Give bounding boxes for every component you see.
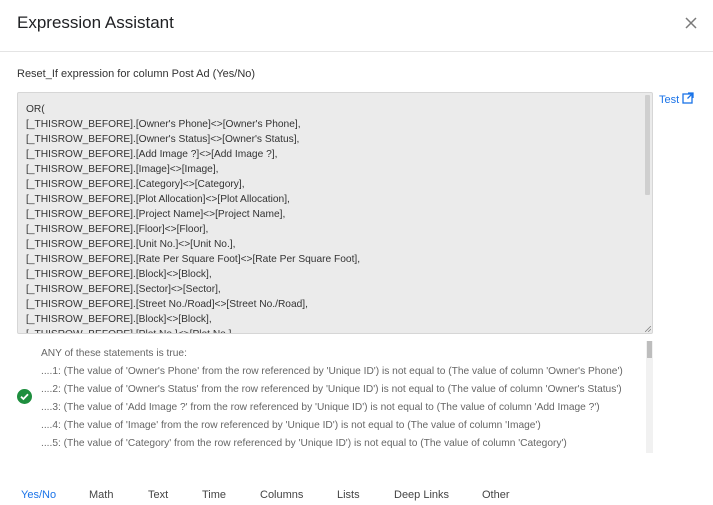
code-line: [_THISROW_BEFORE].[Category]<>[Category]…	[26, 179, 245, 190]
close-icon[interactable]	[683, 15, 699, 31]
expression-assistant-dialog: Expression Assistant Reset_If expression…	[0, 0, 713, 505]
tab-math[interactable]: Math	[89, 489, 113, 501]
tab-time[interactable]: Time	[202, 489, 226, 501]
dialog-title: Expression Assistant	[17, 13, 174, 32]
code-line: [_THISROW_BEFORE].[Plot Allocation]<>[Pl…	[26, 194, 290, 205]
explanation-item: ....1: (The value of 'Owner's Phone' fro…	[41, 366, 623, 377]
expression-editor[interactable]: OR( [_THISROW_BEFORE].[Owner's Phone]<>[O…	[17, 92, 653, 334]
tab-columns[interactable]: Columns	[260, 489, 303, 501]
test-button[interactable]: Test	[659, 92, 694, 107]
explanation-item: ....2: (The value of 'Owner's Status' fr…	[41, 384, 622, 395]
tab-text[interactable]: Text	[148, 489, 168, 501]
function-tabs: Yes/No Math Text Time Columns Lists Deep Links…	[0, 487, 713, 505]
scrollbar-thumb[interactable]	[647, 341, 652, 358]
code-line: [_THISROW_BEFORE].[Floor]<>[Floor],	[26, 224, 209, 235]
explanation-heading: ANY of these statements is true:	[41, 348, 187, 359]
code-line: [_THISROW_BEFORE].[Image]<>[Image],	[26, 164, 219, 175]
expression-subtitle: Reset_If expression for column Post Ad (…	[17, 68, 256, 80]
code-line: [_THISROW_BEFORE].[Street No./Road]<>[St…	[26, 299, 308, 310]
tab-yes-no[interactable]: Yes/No	[21, 489, 56, 501]
expression-code[interactable]: OR( [_THISROW_BEFORE].[Owner's Phone]<>[O…	[26, 102, 642, 333]
code-line: OR(	[26, 104, 45, 115]
editor-scrollbar[interactable]	[645, 95, 650, 195]
code-line: [_THISROW_BEFORE].[Owner's Status]<>[Own…	[26, 134, 300, 145]
code-line: [_THISROW_BEFORE].[Rate Per Square Foot]…	[26, 254, 361, 265]
tab-deep-links[interactable]: Deep Links	[394, 489, 449, 501]
code-line: [_THISROW_BEFORE].[Add Image ?]<>[Add Im…	[26, 149, 278, 160]
explanation-item: ....4: (The value of 'Image' from the ro…	[41, 420, 541, 431]
open-in-new-icon	[682, 92, 694, 107]
test-label: Test	[659, 93, 680, 106]
code-line: [_THISROW_BEFORE].[Project Name]<>[Proje…	[26, 209, 286, 220]
explanation-item: ....3: (The value of 'Add Image ?' from …	[41, 402, 600, 413]
explanation-scrollbar[interactable]	[646, 341, 653, 453]
tab-other[interactable]: Other	[482, 489, 510, 501]
code-line: [_THISROW_BEFORE].[Block]<>[Block],	[26, 269, 212, 280]
code-line: [_THISROW_BEFORE].[Plot No.]<>[Plot No.]…	[26, 327, 642, 333]
code-line: [_THISROW_BEFORE].[Sector]<>[Sector],	[26, 284, 221, 295]
tab-lists[interactable]: Lists	[337, 489, 360, 501]
resize-handle-icon[interactable]	[644, 325, 652, 333]
code-line: [_THISROW_BEFORE].[Owner's Phone]<>[Owne…	[26, 119, 301, 130]
code-line: [_THISROW_BEFORE].[Block]<>[Block],	[26, 314, 212, 325]
code-line: [_THISROW_BEFORE].[Unit No.]<>[Unit No.]…	[26, 239, 236, 250]
check-circle-icon	[17, 389, 32, 404]
dialog-header: Expression Assistant	[0, 0, 713, 52]
expression-explanation: ANY of these statements is true: ....1: (…	[41, 346, 647, 452]
explanation-item: ....5: (The value of 'Category' from the…	[41, 438, 567, 449]
